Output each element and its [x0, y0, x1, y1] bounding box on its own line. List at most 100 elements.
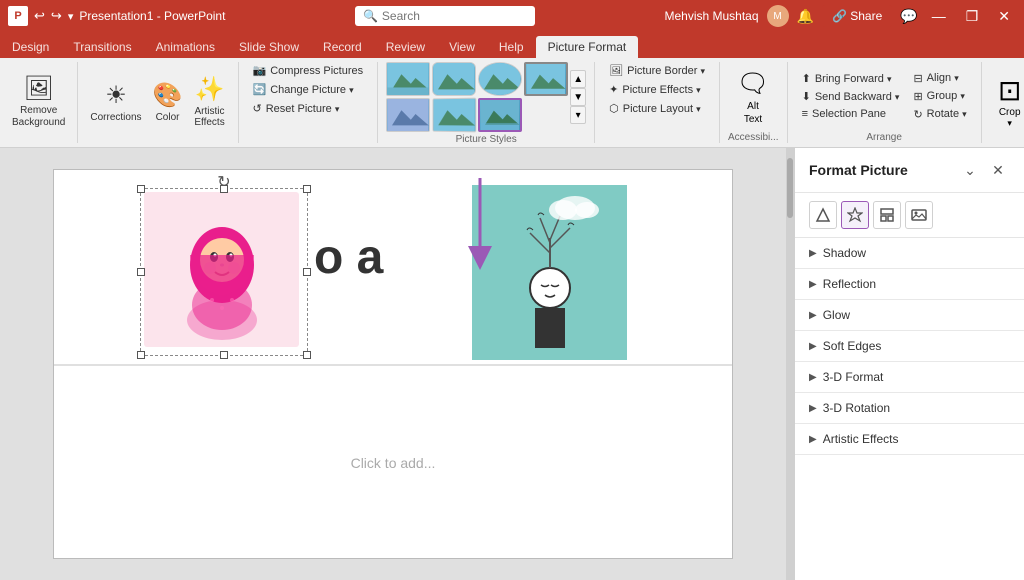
styles-scroll-down[interactable]: ▼	[570, 88, 586, 106]
style-thumb-5[interactable]	[386, 98, 430, 132]
format-panel-title: Format Picture	[809, 162, 908, 178]
tab-slideshow[interactable]: Slide Show	[227, 36, 311, 58]
redo-icon[interactable]: ↪	[51, 8, 62, 24]
ribbon-tabs: Design Transitions Animations Slide Show…	[0, 32, 1024, 58]
tab-review[interactable]: Review	[374, 36, 437, 58]
send-backward-button[interactable]: ⬇ Send Backward ▾	[796, 88, 906, 105]
tab-view[interactable]: View	[437, 36, 487, 58]
group-button[interactable]: ⊞ Group ▾	[907, 88, 972, 105]
panel-close-button[interactable]: ✕	[986, 158, 1010, 182]
format-panel-icons: ⌄ ✕	[958, 158, 1010, 182]
selection-pane-icon: ≡	[802, 108, 808, 120]
compress-pictures-icon: 📷	[253, 64, 267, 77]
artistic-effects-button[interactable]: ✨ ArtisticEffects	[190, 73, 230, 130]
panel-tab-layout[interactable]	[873, 201, 901, 229]
ribbon-group-crop-label	[990, 141, 1024, 143]
selection-pane-button[interactable]: ≡ Selection Pane	[796, 106, 906, 122]
align-button[interactable]: ⊟ Align ▾	[907, 70, 972, 87]
change-picture-button[interactable]: 🔄 Change Picture ▾	[247, 81, 360, 98]
picture-border-button[interactable]: 🖼 Picture Border ▾	[603, 62, 711, 79]
tab-animations[interactable]: Animations	[144, 36, 227, 58]
crop-button[interactable]: ⊡ Crop ▾	[990, 74, 1024, 129]
undo-icon[interactable]: ↩	[34, 8, 45, 24]
color-icon: 🎨	[153, 81, 183, 110]
feedback-icon[interactable]: 💬	[900, 8, 917, 25]
tab-picture-format[interactable]: Picture Format	[536, 36, 639, 58]
handle-bottom-right[interactable]	[303, 351, 311, 359]
slide-canvas: ↻	[53, 169, 733, 559]
style-thumb-6[interactable]	[433, 98, 477, 133]
ribbon-group-crop-content: ⊡ Crop ▾	[990, 62, 1024, 141]
accordion-artistic-effects-header[interactable]: ▶ Artistic Effects	[795, 424, 1024, 454]
tree-girl-image	[472, 185, 627, 360]
accordion-shadow-header[interactable]: ▶ Shadow	[795, 238, 1024, 268]
alt-text-label2: Text	[744, 114, 762, 125]
color-button[interactable]: 🎨 Color	[148, 79, 188, 125]
more-qat-icon[interactable]: ▾	[68, 10, 74, 23]
alt-text-button[interactable]: 🗨 Alt Text	[728, 64, 778, 128]
bring-forward-button[interactable]: ⬆ Bring Forward ▾	[796, 70, 906, 87]
picture-border-label: Picture Border ▾	[627, 65, 705, 77]
style-thumb-1[interactable]	[386, 62, 430, 96]
handle-bottom-middle[interactable]	[220, 351, 228, 359]
panel-collapse-button[interactable]: ⌄	[958, 158, 982, 182]
accordion-reflection-header[interactable]: ▶ Reflection	[795, 269, 1024, 299]
share-button[interactable]: 🔗 Share	[822, 5, 892, 27]
tab-help[interactable]: Help	[487, 36, 536, 58]
3d-rotation-label: 3-D Rotation	[823, 401, 890, 415]
handle-middle-right[interactable]	[303, 268, 311, 276]
vertical-scrollbar[interactable]	[786, 148, 794, 580]
accordion-soft-edges: ▶ Soft Edges	[795, 331, 1024, 362]
glow-label: Glow	[823, 308, 850, 322]
selected-image-container[interactable]: ↻	[144, 192, 304, 352]
style-thumb-2[interactable]	[432, 62, 476, 96]
styles-more-btn[interactable]: ▾	[570, 106, 586, 124]
tab-transitions[interactable]: Transitions	[61, 36, 143, 58]
send-backward-icon: ⬇	[802, 90, 811, 103]
minimize-button[interactable]: —	[926, 8, 952, 24]
styles-scroll-up[interactable]: ▲	[570, 70, 586, 88]
selection-pane-label: Selection Pane	[812, 108, 886, 120]
picture-effects-icon: ✦	[609, 83, 618, 96]
style-thumb-3[interactable]	[478, 62, 522, 96]
user-name: Mehvish Mushtaq	[664, 9, 758, 23]
styles-row-1	[386, 62, 568, 96]
handle-top-left[interactable]	[137, 185, 145, 193]
panel-tab-picture[interactable]	[905, 201, 933, 229]
rotate-button[interactable]: ↻ Rotate ▾	[907, 106, 972, 123]
avatar: M	[767, 5, 789, 27]
handle-top-middle[interactable]	[220, 185, 228, 193]
slide-top-section: ↻	[54, 170, 732, 365]
tab-record[interactable]: Record	[311, 36, 374, 58]
share-icon[interactable]: 🔔	[797, 8, 814, 25]
compress-pictures-button[interactable]: 📷 Compress Pictures	[247, 62, 370, 79]
panel-tab-fill-line[interactable]	[809, 201, 837, 229]
styles-more: ▲ ▼ ▾	[570, 68, 586, 126]
accordion-3d-rotation-header[interactable]: ▶ 3-D Rotation	[795, 393, 1024, 423]
handle-bottom-left[interactable]	[137, 351, 145, 359]
close-button[interactable]: ✕	[992, 8, 1016, 25]
corrections-button[interactable]: ☀ Corrections	[86, 79, 145, 125]
style-thumb-4[interactable]	[524, 62, 568, 96]
soft-edges-label: Soft Edges	[823, 339, 882, 353]
reset-picture-button[interactable]: ↺ Reset Picture ▾	[247, 100, 346, 117]
tab-design[interactable]: Design	[0, 36, 61, 58]
restore-button[interactable]: ❐	[960, 8, 985, 25]
slide-title-text: o a	[314, 230, 383, 285]
search-box[interactable]: 🔍	[355, 6, 535, 26]
accordion-reflection: ▶ Reflection	[795, 269, 1024, 300]
handle-middle-left[interactable]	[137, 268, 145, 276]
style-thumb-7[interactable]	[478, 98, 522, 132]
scroll-thumb[interactable]	[787, 158, 793, 218]
styles-row-2	[386, 98, 568, 132]
accordion-glow-header[interactable]: ▶ Glow	[795, 300, 1024, 330]
search-input[interactable]	[382, 9, 532, 23]
accordion-3d-format-header[interactable]: ▶ 3-D Format	[795, 362, 1024, 392]
panel-tab-effects[interactable]	[841, 201, 869, 229]
picture-layout-button[interactable]: ⬡ Picture Layout ▾	[603, 100, 707, 117]
remove-background-button[interactable]: 🖼 RemoveBackground	[8, 72, 69, 131]
picture-effects-button[interactable]: ✦ Picture Effects ▾	[603, 81, 707, 98]
format-panel-header: Format Picture ⌄ ✕	[795, 148, 1024, 193]
accordion-soft-edges-header[interactable]: ▶ Soft Edges	[795, 331, 1024, 361]
handle-top-right[interactable]	[303, 185, 311, 193]
